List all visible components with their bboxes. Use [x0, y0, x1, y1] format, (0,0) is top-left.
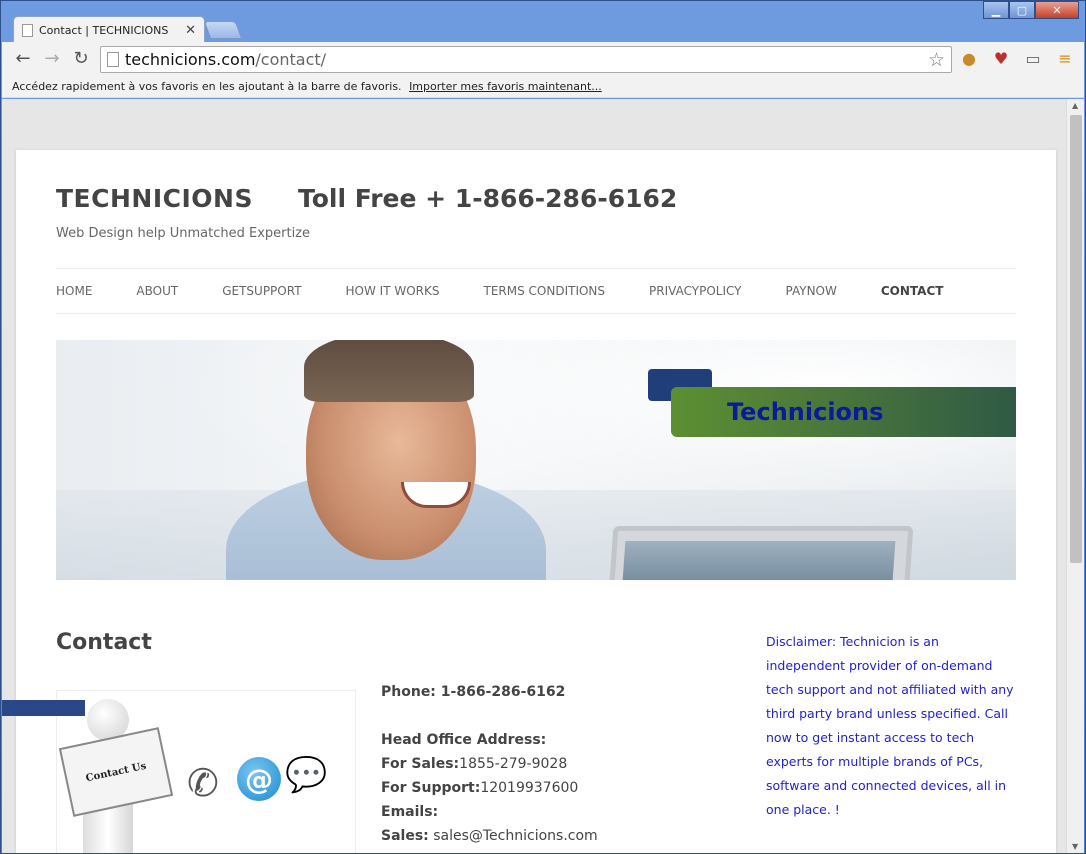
nav-item-paynow[interactable]: PAYNOW — [786, 284, 837, 298]
toll-free-number: Toll Free + 1-866-286-6162 — [298, 184, 678, 213]
sales-email-value[interactable]: sales@Technicions.com — [429, 828, 597, 844]
scroll-down-icon[interactable]: ▼ — [1072, 842, 1078, 851]
accent-bar — [2, 700, 85, 716]
browser-toolbar: ← → ↻ technicions.com/contact/ ☆ ● ♥ ▭ ≡ — [2, 42, 1084, 76]
browser-tab[interactable]: Contact | TECHNICIONS ✕ — [13, 16, 205, 43]
page-viewport: TECHNICIONS Toll Free + 1-866-286-6162 W… — [2, 99, 1066, 853]
bookmark-prompt: Accédez rapidement à vos favoris en les … — [12, 80, 402, 93]
support-phone-label: For Support: — [381, 780, 481, 796]
nav-item-home[interactable]: HOME — [56, 284, 92, 298]
sales-phone-label: For Sales: — [381, 756, 460, 772]
nav-item-terms-conditions[interactable]: TERMS CONDITIONS — [484, 284, 606, 298]
head-office-label: Head Office Address: — [381, 732, 547, 748]
support-phone-line: For Support:12019937600 — [381, 776, 598, 800]
phone-line: Phone: 1-866-286-6162 — [381, 684, 566, 700]
sales-email-label: Sales: — [381, 828, 429, 844]
browser-window: Contact | TECHNICIONS ✕ ▁ ▢ ✕ ← → ↻ tech… — [0, 0, 1086, 854]
email-at-icon: @ — [237, 757, 281, 801]
nav-item-privacypolicy[interactable]: PRIVACYPOLICY — [649, 284, 741, 298]
emails-label: Emails: — [381, 804, 439, 820]
banner-brand: Technicions — [727, 398, 884, 426]
tab-title: Contact | TECHNICIONS — [39, 23, 169, 37]
chat-bubble-icon: 💬 — [285, 755, 328, 795]
reload-icon[interactable]: ↻ — [70, 48, 92, 69]
phone-icon: ✆ — [187, 761, 219, 805]
laptop-screen — [621, 541, 896, 580]
titlebar: Contact | TECHNICIONS ✕ ▁ ▢ ✕ — [1, 1, 1085, 43]
bookmark-bar: Accédez rapidement à vos favoris en les … — [2, 76, 1084, 98]
menu-icon[interactable]: ≡ — [1054, 49, 1076, 68]
window-controls: ▁ ▢ ✕ — [983, 1, 1079, 19]
tab-close-icon[interactable]: ✕ — [185, 23, 196, 38]
import-bookmarks-link[interactable]: Importer mes favoris maintenant... — [409, 80, 602, 93]
nav-item-getsupport[interactable]: GETSUPPORT — [222, 284, 301, 298]
person-hair — [304, 340, 474, 402]
contact-details: Phone: 1-866-286-6162 Head Office Addres… — [381, 680, 598, 848]
close-window-button[interactable]: ✕ — [1035, 1, 1079, 19]
nav-item-how-it-works[interactable]: HOW IT WORKS — [346, 284, 440, 298]
scroll-thumb[interactable] — [1070, 115, 1082, 563]
sales-phone-value: 1855-279-9028 — [459, 756, 568, 772]
nav-item-contact[interactable]: CONTACT — [881, 284, 944, 298]
nav-divider-bottom — [56, 313, 1016, 314]
url-host: technicions.com — [125, 50, 256, 69]
site-tagline: Web Design help Unmatched Expertize — [56, 226, 311, 241]
contact-sign-text: Contact Us — [84, 760, 148, 784]
back-arrow-icon[interactable]: ← — [12, 48, 34, 69]
main-nav: HOME ABOUT GETSUPPORT HOW IT WORKS TERMS… — [56, 284, 1016, 298]
nav-divider-top — [56, 268, 1016, 269]
page-icon — [22, 23, 33, 37]
url-path: /contact/ — [255, 50, 327, 69]
contact-sign: Contact Us — [58, 727, 174, 817]
sales-phone-line: For Sales:1855-279-9028 — [381, 752, 598, 776]
cookie-extension-icon[interactable]: ● — [958, 49, 980, 68]
heart-extension-icon[interactable]: ♥ — [990, 49, 1012, 68]
hero-banner: Technicions — [56, 340, 1016, 580]
forward-arrow-icon[interactable]: → — [41, 48, 63, 69]
new-tab-button[interactable] — [203, 21, 243, 39]
banner-green-badge: Technicions — [671, 387, 1016, 437]
page-icon — [107, 52, 119, 67]
cast-icon[interactable]: ▭ — [1022, 49, 1044, 68]
vertical-scrollbar[interactable]: ▲ ▼ — [1066, 99, 1084, 853]
laptop-image — [608, 526, 914, 580]
minimize-button[interactable]: ▁ — [983, 1, 1009, 19]
nav-item-about[interactable]: ABOUT — [136, 284, 178, 298]
sales-email-line: Sales: sales@Technicions.com — [381, 824, 598, 848]
maximize-button[interactable]: ▢ — [1009, 1, 1035, 19]
bookmark-star-icon[interactable]: ☆ — [928, 49, 945, 71]
contact-us-image: Contact Us ✆ @ 💬 — [56, 690, 356, 853]
scroll-up-icon[interactable]: ▲ — [1072, 101, 1078, 110]
disclaimer-text: Disclaimer: Technicion is an independent… — [766, 634, 1014, 817]
support-phone-value: 12019937600 — [480, 780, 579, 796]
site-title[interactable]: TECHNICIONS — [56, 184, 253, 213]
page-container: TECHNICIONS Toll Free + 1-866-286-6162 W… — [2, 150, 1056, 853]
page-title: Contact — [56, 630, 152, 655]
address-bar[interactable]: technicions.com/contact/ ☆ — [100, 46, 952, 73]
